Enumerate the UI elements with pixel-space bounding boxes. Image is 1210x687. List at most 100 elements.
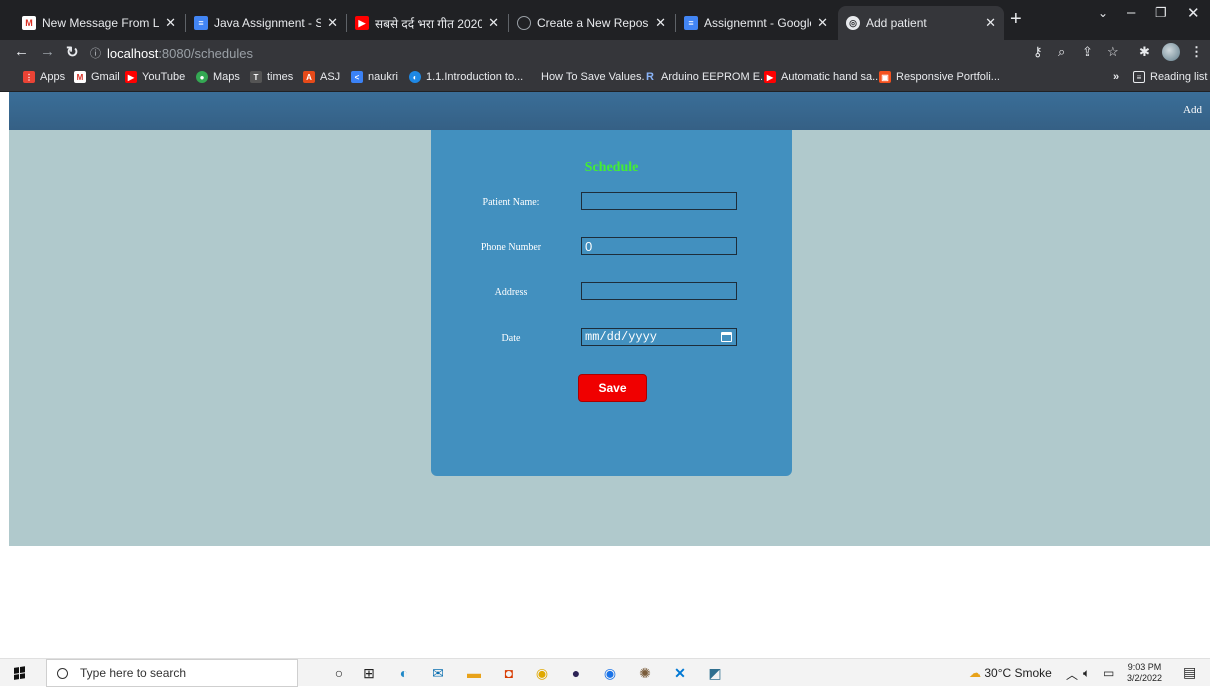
search-placeholder: Type here to search [80,666,187,680]
tab-gmail[interactable]: M New Message From Lattice ✕ [14,6,184,40]
bookmark-star-icon[interactable]: ☆ [1107,44,1119,60]
youtube-icon: ▶ [764,71,776,83]
bookmark-naukri[interactable]: < naukri [351,71,398,83]
mail-icon[interactable]: ✉ [429,664,447,682]
tab-google-docs[interactable]: ≡ Assignemnt - Google Docs ✕ [676,6,836,40]
profile-avatar[interactable] [1162,43,1180,61]
bookmark-label: YouTube [142,71,186,83]
task-view-icon[interactable]: ⊞ [360,664,378,682]
asj-icon: A [303,71,315,83]
mysql-workbench-icon[interactable]: ◩ [706,664,724,682]
cortana-icon[interactable]: ○ [330,664,348,682]
reading-list-button[interactable]: ≡ Reading list [1133,71,1207,83]
arduino-r-icon: R [644,71,656,83]
bookmark-automatic-hand[interactable]: ▶ Automatic hand sa... [764,71,881,83]
menu-kebab-icon[interactable]: ⋮ [1190,44,1203,60]
tab-github-repo[interactable]: Create a New Repository ✕ [509,6,674,40]
schedule-form-card: Schedule Patient Name: Phone Number 0 Ad… [431,130,792,476]
form-title: Schedule [584,160,639,175]
close-icon[interactable]: ✕ [165,15,176,31]
vscode-icon[interactable]: ✕ [671,664,689,682]
bookmark-arduino[interactable]: R Arduino EEPROM E... [644,71,769,83]
phone-number-input[interactable]: 0 [581,237,737,255]
taskbar-search-box[interactable]: Type here to search [46,659,298,687]
zoom-icon[interactable]: ⌕ [1058,44,1065,60]
calendar-icon[interactable] [721,332,732,342]
office-icon[interactable]: ◘ [500,664,518,682]
taskbar-clock[interactable]: 9:03 PM 3/2/2022 [1127,662,1162,684]
tab-search-icon[interactable]: ⌄ [1098,6,1108,20]
url-path: :8080/schedules [158,45,253,61]
globe-icon: ◎ [846,16,860,30]
google-docs-icon: ≡ [194,16,208,30]
extensions-icon[interactable]: ✱ [1139,44,1150,60]
notification-icon[interactable]: ▤ [1183,664,1196,681]
share-icon[interactable]: ⇪ [1082,44,1093,60]
bookmark-introduction[interactable]: ◐ 1.1.Introduction to... [409,71,523,83]
nav-add-link[interactable]: Add [1183,104,1202,116]
portfolio-icon: ▣ [879,71,891,83]
close-window-button[interactable]: ✕ [1187,4,1200,22]
bookmark-youtube[interactable]: ▶ YouTube [125,71,185,83]
close-icon[interactable]: ✕ [985,15,996,31]
chrome-icon[interactable]: ◉ [533,664,551,682]
date-input[interactable]: mm/dd/yyyy [581,328,737,346]
gmail-icon: M [74,71,86,83]
app-icon[interactable]: ✺ [636,664,654,682]
windows-start-icon[interactable] [14,666,26,680]
minimize-button[interactable]: – [1127,4,1135,21]
address-label: Address [494,287,528,298]
bookmark-label: Responsive Portfoli... [896,71,1000,83]
clock-time: 9:03 PM [1127,662,1162,672]
close-icon[interactable]: ✕ [327,15,338,31]
key-icon[interactable]: ⚷ [1033,44,1043,60]
volume-icon[interactable]: 🔈︎ [1083,666,1090,681]
bookmark-asj[interactable]: A ASJ [303,71,340,83]
clock-date: 3/2/2022 [1127,673,1163,683]
more-bookmarks-button[interactable]: » [1113,71,1119,83]
apps-grid-icon: ⋮ [23,71,35,83]
bookmarks-bar: ⋮ Apps M Gmail ▶ YouTube ● Maps Ttimes A ASJ … [0,66,1210,92]
tab-title: सबसे दर्द भरा गीत 2020 - Anu [375,16,483,31]
bookmark-gmail[interactable]: M Gmail [74,71,120,83]
forward-button[interactable]: → [40,43,55,60]
edge-icon[interactable]: ◐ [395,664,413,682]
address-bar[interactable]: ⓘ localhost :8080/schedules [90,42,1025,64]
close-icon[interactable]: ✕ [655,15,666,31]
page-icon [524,71,536,83]
github-icon [517,16,531,30]
back-button[interactable]: ← [14,43,29,60]
bookmark-save-values[interactable]: How To Save Values... [524,71,651,83]
info-icon[interactable]: ⓘ [90,45,101,61]
tab-java-assignment[interactable]: ≡ Java Assignment - Springbo ✕ [186,6,346,40]
reload-button[interactable]: ↻ [66,43,79,61]
bookmark-portfolio[interactable]: ▣ Responsive Portfoli... [879,71,1000,83]
tab-youtube-song[interactable]: ▶ सबसे दर्द भरा गीत 2020 - Anu ✕ [347,6,507,40]
weather-widget[interactable]: ☁ 30°C Smoke [969,666,1052,680]
phone-number-label: Phone Number [480,242,542,253]
bookmark-times[interactable]: Ttimes [250,71,293,83]
bookmark-maps[interactable]: ● Maps [196,71,240,83]
tray-chevron-icon[interactable]: ︿ [1066,666,1078,683]
bookmark-apps[interactable]: ⋮ Apps [23,71,65,83]
eclipse-icon[interactable]: ● [567,664,585,682]
bookmark-label: Gmail [91,71,120,83]
close-icon[interactable]: ✕ [488,15,499,31]
bookmark-label: How To Save Values... [541,71,651,83]
close-icon[interactable]: ✕ [817,15,828,31]
save-button[interactable]: Save [578,374,647,402]
tab-title: New Message From Lattice [42,16,160,30]
restore-button[interactable]: ❐ [1155,5,1167,21]
bookmark-label: naukri [368,71,398,83]
bookmark-label: Arduino EEPROM E... [661,71,770,83]
address-input[interactable] [581,282,737,300]
weather-text: 30°C Smoke [984,666,1052,680]
tab-add-patient[interactable]: ◎ Add patient ✕ [838,6,1004,40]
new-tab-button[interactable]: + [1010,8,1022,31]
network-icon[interactable]: ▭ [1103,666,1114,680]
reading-list-label: Reading list [1150,71,1208,83]
patient-name-input[interactable] [581,192,737,210]
chrome-profile-icon[interactable]: ◉ [601,664,619,682]
file-explorer-icon[interactable]: ▬ [465,664,483,682]
tab-title: Create a New Repository [537,16,649,30]
